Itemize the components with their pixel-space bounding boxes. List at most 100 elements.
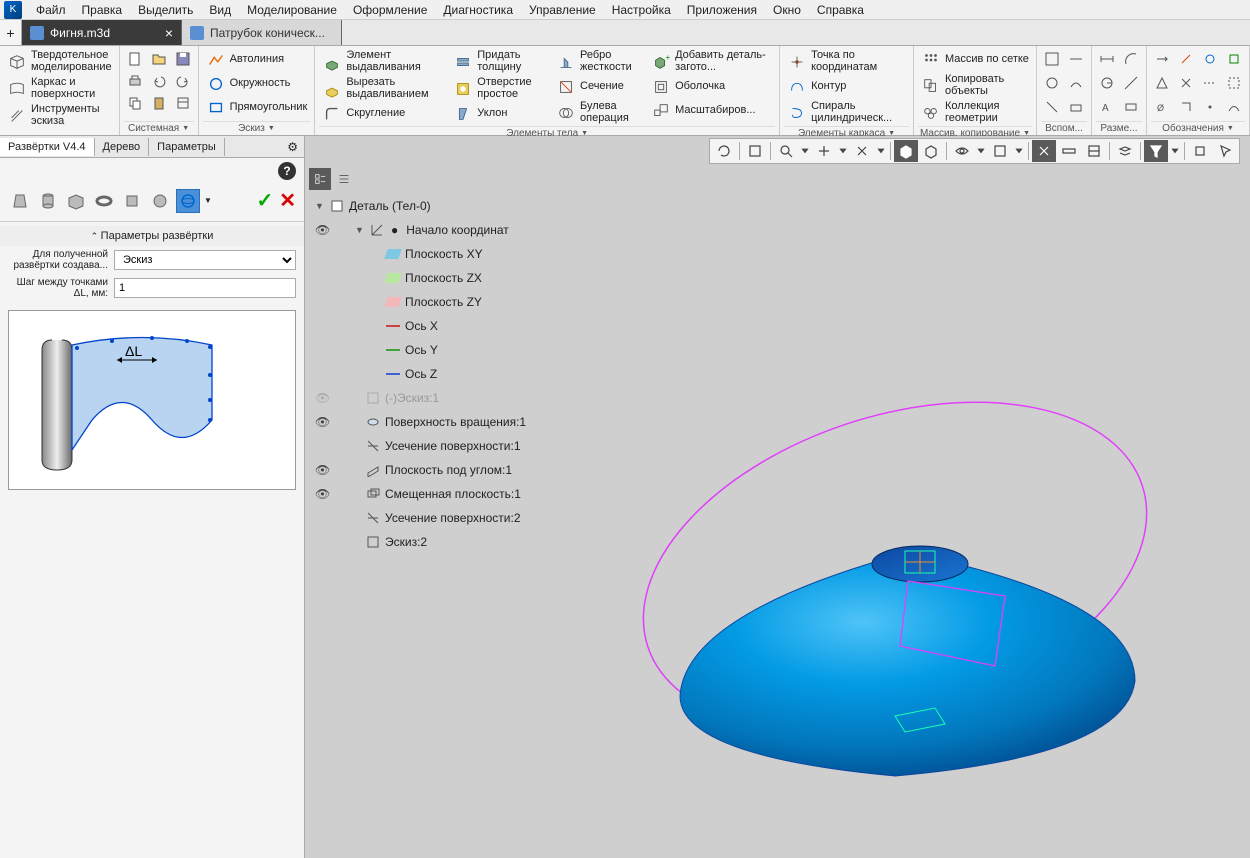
gear-icon[interactable]: ⚙: [281, 138, 304, 156]
menu-diagnostic[interactable]: Диагностика: [435, 1, 521, 19]
annot-12[interactable]: [1223, 96, 1245, 118]
apply-button[interactable]: ✓: [256, 188, 273, 213]
annot-2[interactable]: [1175, 48, 1197, 70]
point-button[interactable]: Точка по координатам: [784, 48, 909, 75]
print-button[interactable]: [124, 70, 146, 92]
menu-window[interactable]: Окно: [765, 1, 809, 19]
paste-button[interactable]: [148, 92, 170, 114]
annot-4[interactable]: [1223, 48, 1245, 70]
aux-3[interactable]: [1041, 72, 1063, 94]
mode-surface[interactable]: Каркас и поверхности: [4, 75, 115, 102]
section-button[interactable]: Сечение: [553, 75, 646, 99]
mode-solid[interactable]: Твердотельное моделирование: [4, 48, 115, 75]
shape-torus-icon[interactable]: [92, 189, 116, 213]
aux-6[interactable]: [1065, 96, 1087, 118]
open-button[interactable]: [148, 48, 170, 70]
annot-8[interactable]: [1223, 72, 1245, 94]
annot-7[interactable]: [1199, 72, 1221, 94]
tab-active[interactable]: Фигня.m3d ×: [22, 20, 182, 45]
aux-2[interactable]: [1065, 48, 1087, 70]
annot-10[interactable]: [1175, 96, 1197, 118]
dropdown-icon[interactable]: ▼: [204, 196, 212, 205]
rib-button[interactable]: Ребро жесткости: [553, 48, 646, 75]
svg-text:A: A: [1102, 103, 1109, 114]
dim-3[interactable]: [1096, 72, 1118, 94]
param-input-step[interactable]: [114, 278, 296, 298]
menu-edit[interactable]: Правка: [74, 1, 131, 19]
annot-1[interactable]: [1151, 48, 1173, 70]
menu-design[interactable]: Оформление: [345, 1, 435, 19]
menu-file[interactable]: Файл: [28, 1, 74, 19]
contour-button[interactable]: Контур: [784, 75, 909, 99]
menu-select[interactable]: Выделить: [130, 1, 201, 19]
properties-button[interactable]: [172, 92, 194, 114]
annot-3[interactable]: [1199, 48, 1221, 70]
point-icon: [787, 52, 807, 72]
menu-view[interactable]: Вид: [201, 1, 239, 19]
param-label-create: Для полученной развёртки создава...: [8, 249, 108, 271]
shape-sphere-icon[interactable]: [148, 189, 172, 213]
spiral-icon: [787, 103, 807, 123]
save-button[interactable]: [172, 48, 194, 70]
add-part-button[interactable]: +Добавить деталь-загото...: [648, 48, 775, 75]
rectangle-button[interactable]: Прямоугольник: [203, 96, 311, 120]
draft-button[interactable]: Уклон: [450, 102, 551, 126]
tool-row: ▼ ✓ ✕: [0, 184, 304, 217]
annot-6[interactable]: [1175, 72, 1197, 94]
menu-apps[interactable]: Приложения: [679, 1, 765, 19]
shape-globe-icon[interactable]: [176, 189, 200, 213]
menu-settings[interactable]: Настройка: [604, 1, 679, 19]
side-tab-tree[interactable]: Дерево: [95, 138, 150, 156]
new-tab-button[interactable]: +: [0, 20, 22, 45]
menu-modeling[interactable]: Моделирование: [239, 1, 345, 19]
boolean-button[interactable]: Булева операция: [553, 99, 646, 126]
shape-cone-icon[interactable]: [8, 189, 32, 213]
extrude-button[interactable]: Элемент выдавливания: [319, 48, 448, 75]
side-tab-params[interactable]: Параметры: [149, 138, 225, 156]
help-icon[interactable]: ?: [278, 162, 296, 180]
param-select-create[interactable]: Эскиз: [114, 250, 296, 270]
aux-1[interactable]: [1041, 48, 1063, 70]
thicken-button[interactable]: Придать толщину: [450, 48, 551, 75]
new-doc-button[interactable]: [124, 48, 146, 70]
autoline-button[interactable]: Автолиния: [203, 48, 311, 72]
undo-button[interactable]: [148, 70, 170, 92]
fillet-button[interactable]: Скругление: [319, 102, 448, 126]
preview-box: ΔL: [8, 310, 296, 490]
dim-5[interactable]: A: [1096, 96, 1118, 118]
array-button[interactable]: Массив по сетке: [918, 48, 1032, 72]
redo-button[interactable]: [172, 70, 194, 92]
annot-9[interactable]: Ø: [1151, 96, 1173, 118]
hole-button[interactable]: Отверстие простое: [450, 75, 551, 102]
cut-extrude-button[interactable]: Вырезать выдавливанием: [319, 75, 448, 102]
circle-button[interactable]: Окружность: [203, 72, 311, 96]
tab-close-icon[interactable]: ×: [165, 25, 173, 41]
menu-manage[interactable]: Управление: [521, 1, 604, 19]
dim-6[interactable]: [1120, 96, 1142, 118]
scale-icon: [651, 101, 671, 121]
annot-5[interactable]: [1151, 72, 1173, 94]
scale-button[interactable]: Масштабиров...: [648, 99, 775, 123]
shape-cylinder-icon[interactable]: [36, 189, 60, 213]
copy-button[interactable]: [124, 92, 146, 114]
cancel-button[interactable]: ✕: [279, 188, 296, 213]
draft-icon: [453, 104, 473, 124]
mode-sketch[interactable]: Инструменты эскиза: [4, 102, 115, 129]
tab-inactive[interactable]: Патрубок коническ...: [182, 20, 342, 45]
shape-box-icon[interactable]: [64, 189, 88, 213]
dim-4[interactable]: [1120, 72, 1142, 94]
copy-obj-button[interactable]: Копировать объекты: [918, 72, 1032, 99]
aux-5[interactable]: [1041, 96, 1063, 118]
side-tab-unfold[interactable]: Развёртки V4.4: [0, 138, 95, 156]
param-label-step: Шаг между точками ΔL, мм:: [8, 277, 108, 299]
dim-2[interactable]: [1120, 48, 1142, 70]
menu-help[interactable]: Справка: [809, 1, 872, 19]
dim-1[interactable]: [1096, 48, 1118, 70]
shell-button[interactable]: Оболочка: [648, 75, 775, 99]
shape-prism-icon[interactable]: [120, 189, 144, 213]
aux-4[interactable]: [1065, 72, 1087, 94]
collection-button[interactable]: Коллекция геометрии: [918, 99, 1032, 126]
viewport-3d[interactable]: ▼Деталь (Тел-0) 👁▼●Начало координат Плос…: [305, 136, 1250, 858]
spiral-button[interactable]: Спираль цилиндрическ...: [784, 99, 909, 126]
annot-11[interactable]: [1199, 96, 1221, 118]
